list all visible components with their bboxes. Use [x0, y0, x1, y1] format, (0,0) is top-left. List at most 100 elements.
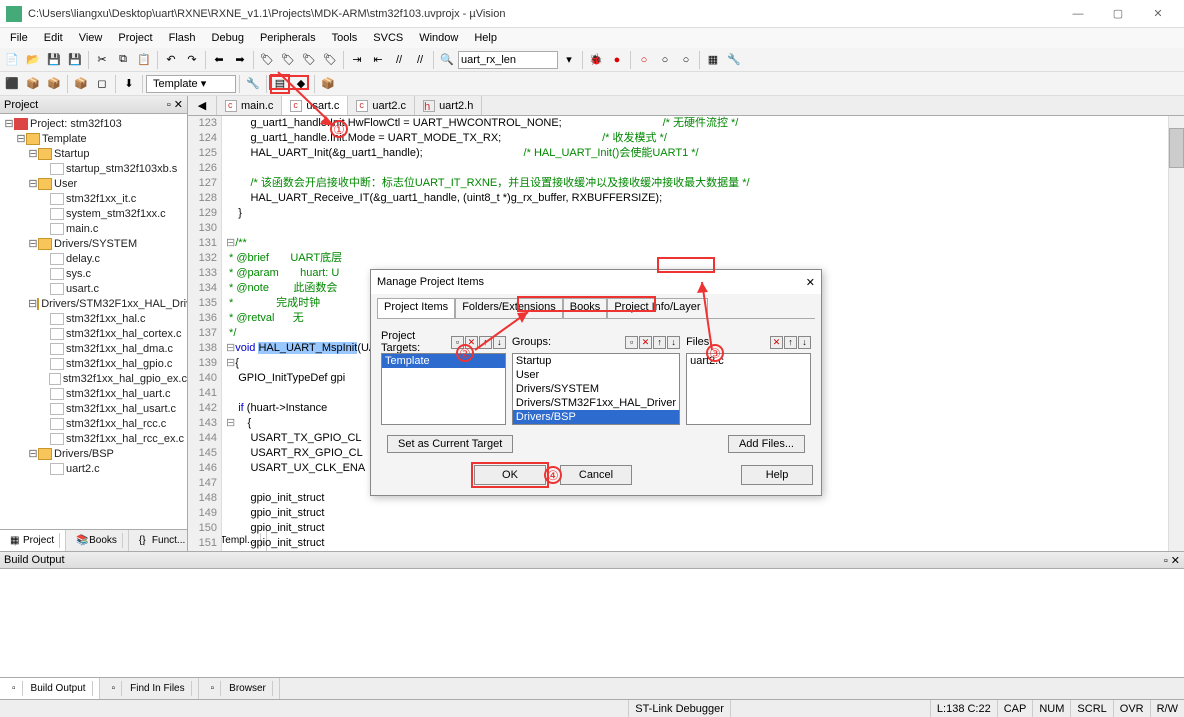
tree-item[interactable]: delay.c — [0, 251, 187, 266]
targets-listbox[interactable]: Template — [381, 353, 506, 425]
dialog-close-button[interactable]: ✕ — [806, 276, 815, 289]
bookmark-prev-icon[interactable]: 🏷 — [278, 50, 298, 70]
groups-listbox[interactable]: StartupUserDrivers/SYSTEMDrivers/STM32F1… — [512, 353, 680, 425]
group-down-icon[interactable]: ↓ — [667, 336, 680, 349]
maximize-button[interactable]: ▢ — [1098, 2, 1138, 26]
target-up-icon[interactable]: ↑ — [479, 336, 492, 349]
uncomment-icon[interactable]: // — [410, 50, 430, 70]
project-tab[interactable]: ▦Project — [0, 530, 66, 551]
editor-tab[interactable]: usart.c — [282, 96, 348, 115]
menu-project[interactable]: Project — [110, 30, 160, 46]
tree-item[interactable]: system_stm32f1xx.c — [0, 206, 187, 221]
tree-item[interactable]: uart2.c — [0, 461, 187, 476]
add-files-button[interactable]: Add Files... — [728, 435, 805, 453]
bookmark-icon[interactable]: 🏷 — [257, 50, 277, 70]
translate-icon[interactable]: ⬛ — [2, 74, 22, 94]
download-icon[interactable]: ⬇ — [119, 74, 139, 94]
save-all-icon[interactable]: 💾 — [65, 50, 85, 70]
breakpoint-icon[interactable]: ● — [607, 50, 627, 70]
build-icon[interactable]: 📦 — [23, 74, 43, 94]
options-icon[interactable]: 🔧 — [243, 74, 263, 94]
copy-icon[interactable]: ⧉ — [113, 50, 133, 70]
close-button[interactable]: ✕ — [1138, 2, 1178, 26]
bottom-tab[interactable]: ▫Build Output — [0, 678, 100, 699]
tree-item[interactable]: ⊟User — [0, 176, 187, 191]
file-up-icon[interactable]: ↑ — [784, 336, 797, 349]
editor-tab[interactable]: uart2.c — [348, 96, 415, 115]
tree-item[interactable]: stm32f1xx_hal.c — [0, 311, 187, 326]
group-del-icon[interactable]: ✕ — [639, 336, 652, 349]
tree-item[interactable]: ⊟Startup — [0, 146, 187, 161]
files-listbox[interactable]: uart2.c — [686, 353, 811, 425]
bookmark-clear-icon[interactable]: 🏷 — [320, 50, 340, 70]
window-icon[interactable]: ▦ — [703, 50, 723, 70]
bottom-tab[interactable]: ▫Browser — [199, 678, 280, 699]
pane-pin-icon[interactable]: ▫ ✕ — [167, 98, 183, 111]
bottom-tab[interactable]: ▫Find In Files — [100, 678, 199, 699]
tree-item[interactable]: ⊟Drivers/STM32F1xx_HAL_Driver — [0, 296, 187, 311]
set-current-target-button[interactable]: Set as Current Target — [387, 435, 513, 453]
file-down-icon[interactable]: ↓ — [798, 336, 811, 349]
list-item[interactable]: Drivers/SYSTEM — [513, 382, 679, 396]
tree-item[interactable]: ⊟Project: stm32f103 — [0, 116, 187, 131]
editor-tab[interactable]: uart2.h — [415, 96, 482, 115]
minimize-button[interactable]: — — [1058, 2, 1098, 26]
debug-icon[interactable]: 🐞 — [586, 50, 606, 70]
outdent-icon[interactable]: ⇤ — [368, 50, 388, 70]
stop-build-icon[interactable]: ◻ — [92, 74, 112, 94]
menu-window[interactable]: Window — [411, 30, 466, 46]
ok-button[interactable]: OK — [474, 465, 546, 485]
batch-build-icon[interactable]: 📦 — [71, 74, 91, 94]
menu-svcs[interactable]: SVCS — [365, 30, 411, 46]
find-combo[interactable] — [458, 51, 558, 69]
tab-nav-back[interactable]: ◀ — [188, 96, 217, 115]
tree-item[interactable]: stm32f1xx_hal_cortex.c — [0, 326, 187, 341]
tree-item[interactable]: stm32f1xx_hal_usart.c — [0, 401, 187, 416]
menu-peripherals[interactable]: Peripherals — [252, 30, 324, 46]
tree-item[interactable]: ⊟Template — [0, 131, 187, 146]
menu-edit[interactable]: Edit — [36, 30, 71, 46]
tree-item[interactable]: sys.c — [0, 266, 187, 281]
tree-item[interactable]: stm32f1xx_it.c — [0, 191, 187, 206]
find-icon[interactable]: 🔍 — [437, 50, 457, 70]
list-item[interactable]: Drivers/STM32F1xx_HAL_Driver — [513, 396, 679, 410]
kill-bp-icon[interactable]: ○ — [676, 50, 696, 70]
dialog-tab[interactable]: Project Items — [377, 298, 455, 318]
disable-bp-icon[interactable]: ○ — [655, 50, 675, 70]
tree-item[interactable]: stm32f1xx_hal_gpio.c — [0, 356, 187, 371]
tree-item[interactable]: stm32f1xx_hal_uart.c — [0, 386, 187, 401]
menu-file[interactable]: File — [2, 30, 36, 46]
pack-installer-icon[interactable]: 📦 — [318, 74, 338, 94]
menu-flash[interactable]: Flash — [161, 30, 204, 46]
nav-fwd-icon[interactable]: ➡ — [230, 50, 250, 70]
comment-icon[interactable]: // — [389, 50, 409, 70]
list-item[interactable]: uart2.c — [687, 354, 810, 368]
group-up-icon[interactable]: ↑ — [653, 336, 666, 349]
tree-item[interactable]: stm32f1xx_hal_gpio_ex.c — [0, 371, 187, 386]
paste-icon[interactable]: 📋 — [134, 50, 154, 70]
rebuild-icon[interactable]: 📦 — [44, 74, 64, 94]
list-item[interactable]: Template — [382, 354, 505, 368]
group-new-icon[interactable]: ▫ — [625, 336, 638, 349]
menu-debug[interactable]: Debug — [204, 30, 252, 46]
editor-tab[interactable]: main.c — [217, 96, 282, 115]
menu-tools[interactable]: Tools — [324, 30, 366, 46]
config-icon[interactable]: 🔧 — [724, 50, 744, 70]
tree-item[interactable]: ⊟Drivers/BSP — [0, 446, 187, 461]
tree-item[interactable]: stm32f1xx_hal_dma.c — [0, 341, 187, 356]
target-down-icon[interactable]: ↓ — [493, 336, 506, 349]
list-item[interactable]: Drivers/BSP — [513, 410, 679, 424]
nav-back-icon[interactable]: ⬅ — [209, 50, 229, 70]
tree-item[interactable]: main.c — [0, 221, 187, 236]
tree-item[interactable]: ⊟Drivers/SYSTEM — [0, 236, 187, 251]
tree-item[interactable]: stm32f1xx_hal_rcc_ex.c — [0, 431, 187, 446]
menu-view[interactable]: View — [71, 30, 111, 46]
cancel-button[interactable]: Cancel — [560, 465, 632, 485]
indent-icon[interactable]: ⇥ — [347, 50, 367, 70]
find-dropdown-icon[interactable]: ▾ — [559, 50, 579, 70]
target-selector[interactable]: Template ▾ — [146, 75, 236, 93]
list-item[interactable]: User — [513, 368, 679, 382]
new-file-icon[interactable]: 📄 — [2, 50, 22, 70]
save-icon[interactable]: 💾 — [44, 50, 64, 70]
project-tab[interactable]: 📚Books — [66, 530, 129, 551]
